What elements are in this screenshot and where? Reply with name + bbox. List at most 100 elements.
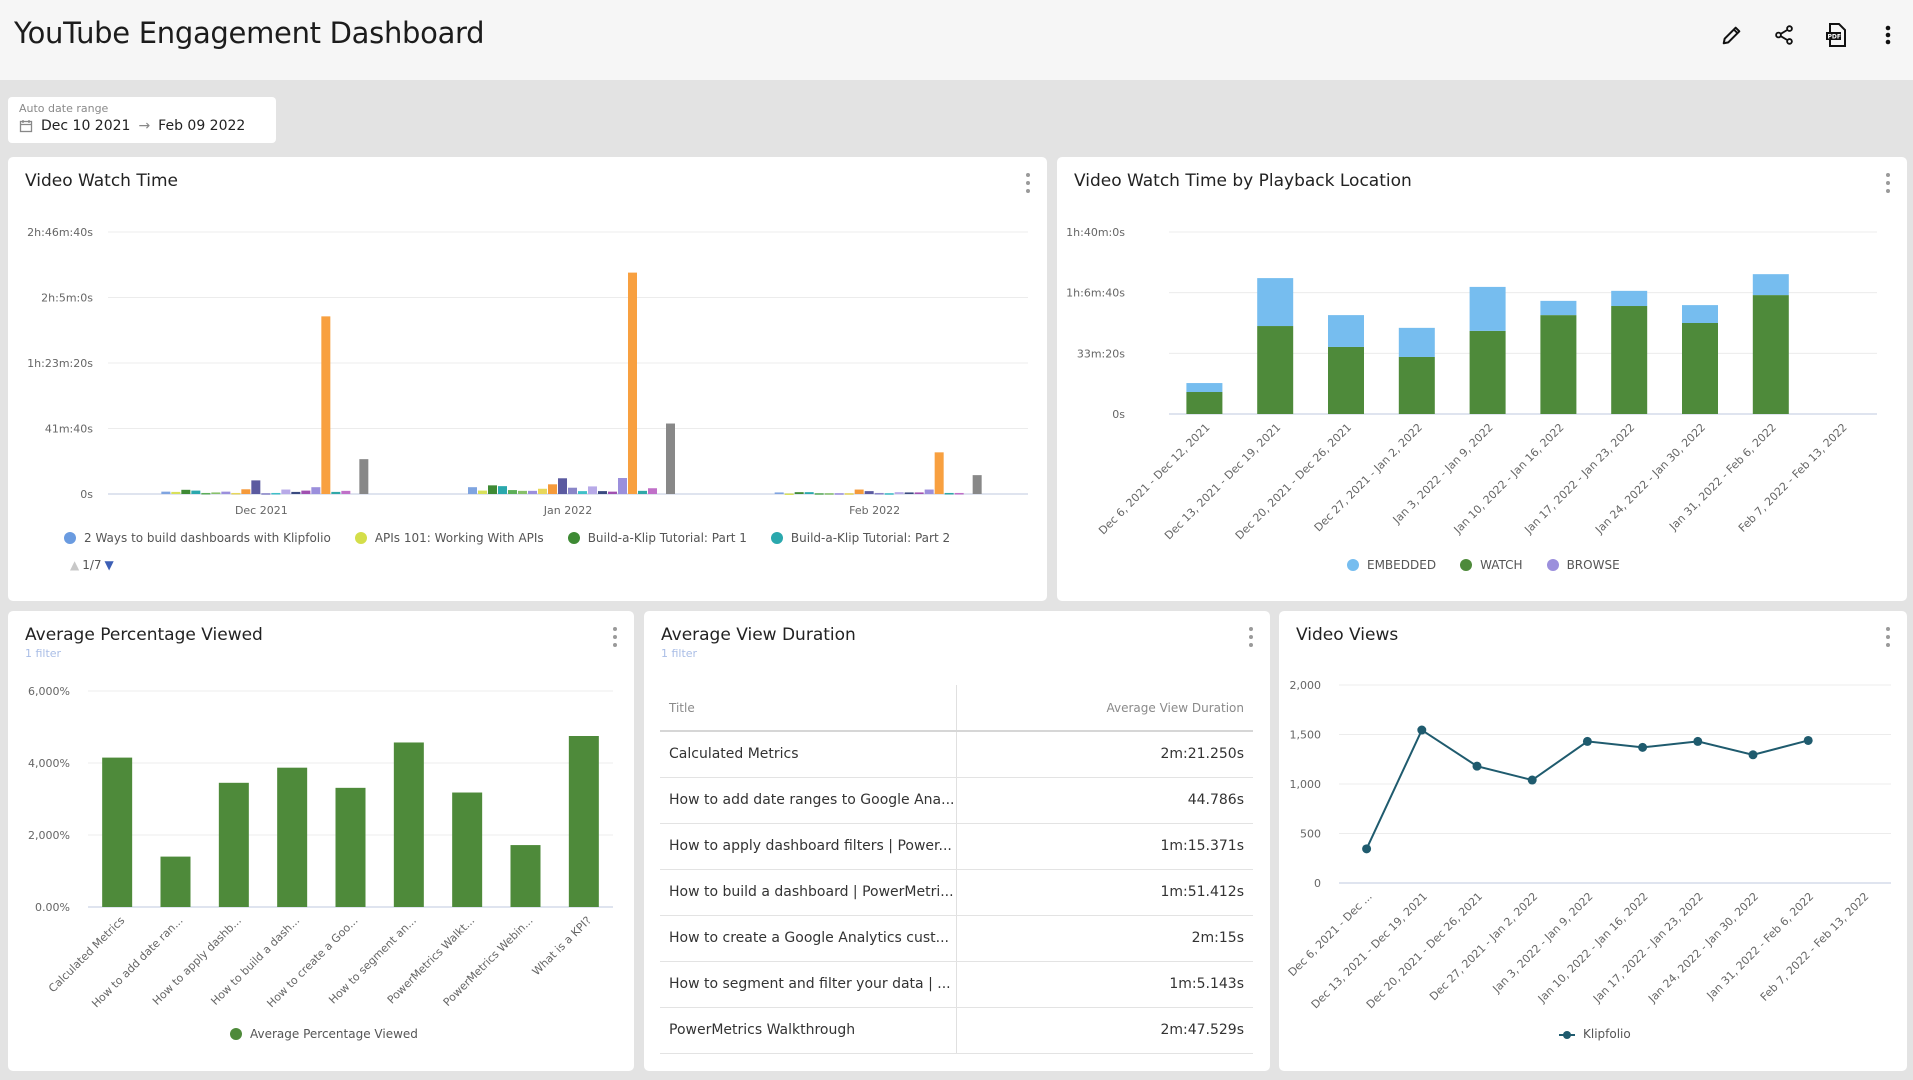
more-vertical-icon bbox=[1885, 25, 1891, 45]
y-tick-label: 2,000% bbox=[28, 829, 70, 842]
legend-marker bbox=[230, 1028, 242, 1040]
legend-marker bbox=[1559, 1029, 1575, 1039]
bar bbox=[218, 782, 249, 907]
bar bbox=[291, 491, 301, 494]
bar bbox=[954, 492, 964, 495]
legend-label: WATCH bbox=[1480, 558, 1523, 572]
bar bbox=[944, 492, 954, 495]
dashboard-header: YouTube Engagement Dashboard PDF bbox=[0, 0, 1913, 80]
bar bbox=[261, 493, 271, 495]
legend-item[interactable]: Build-a-Klip Tutorial: Part 2 bbox=[770, 531, 950, 545]
cell-title: Calculated Metrics bbox=[660, 731, 957, 778]
legend-item[interactable]: 2 Ways to build dashboards with Klipfoli… bbox=[64, 531, 331, 545]
bar bbox=[518, 490, 527, 494]
data-point bbox=[1638, 742, 1648, 752]
cell-duration: 44.786s bbox=[956, 777, 1253, 824]
legend-next-icon[interactable]: ▼ bbox=[105, 558, 114, 572]
column-header-duration[interactable]: Average View Duration bbox=[956, 685, 1253, 732]
bar bbox=[498, 486, 507, 494]
legend-marker bbox=[1347, 559, 1359, 571]
legend-label: Average Percentage Viewed bbox=[250, 1027, 418, 1041]
legend-item[interactable]: BROWSE bbox=[1546, 558, 1620, 572]
bar bbox=[804, 492, 814, 494]
bar bbox=[241, 489, 251, 494]
date-range-picker[interactable]: Auto date range Dec 10 2021 → Feb 09 202… bbox=[8, 97, 276, 143]
bar bbox=[478, 490, 487, 494]
card-menu-button[interactable] bbox=[1246, 627, 1256, 647]
bar bbox=[271, 492, 281, 495]
video-views-card: Video Views 0 500 1,000 1,500 2,000 Dec 6, 20… bbox=[1279, 611, 1907, 1071]
x-tick-label: Feb 2022 bbox=[849, 504, 900, 517]
calendar-icon bbox=[19, 120, 33, 133]
avg-view-duration-table: Title Average View Duration Calculated M… bbox=[660, 685, 1253, 1054]
cell-duration: 2m:21.250s bbox=[956, 731, 1253, 778]
column-header-title[interactable]: Title bbox=[660, 685, 957, 732]
edit-icon bbox=[1722, 26, 1741, 45]
legend-label: Build-a-Klip Tutorial: Part 1 bbox=[587, 531, 747, 545]
bar bbox=[331, 491, 341, 494]
y-tick-label: 0 bbox=[1314, 877, 1321, 890]
share-button[interactable] bbox=[1771, 22, 1797, 48]
bar-segment bbox=[1328, 346, 1364, 414]
watch-time-chart: 0s 41m:40s 1h:23m:20s 2h:5m:0s 2h:46m:40s Dec… bbox=[27, 226, 1028, 517]
chart-legend: EMBEDDED WATCH BROWSE bbox=[1347, 558, 1644, 572]
data-point bbox=[1693, 736, 1703, 746]
legend-label: Klipfolio bbox=[1583, 1027, 1631, 1041]
bar bbox=[894, 492, 904, 494]
table-row: How to add date ranges to Google Ana... 4… bbox=[660, 777, 1253, 824]
bar bbox=[201, 492, 211, 495]
bar bbox=[884, 493, 894, 495]
page-title: YouTube Engagement Dashboard bbox=[14, 16, 485, 50]
bar-segment bbox=[1398, 356, 1435, 414]
bar bbox=[854, 489, 864, 494]
x-tick-label: What is a KPI? bbox=[530, 914, 594, 978]
cell-duration: 1m:5.143s bbox=[956, 961, 1253, 1008]
bar bbox=[251, 480, 261, 494]
legend-item[interactable]: Build-a-Klip Tutorial: Part 1 bbox=[567, 531, 747, 545]
chart-legend: Average Percentage Viewed bbox=[230, 1027, 442, 1041]
filter-link[interactable]: 1 filter bbox=[661, 647, 697, 660]
edit-button[interactable] bbox=[1719, 22, 1745, 48]
legend-label: 2 Ways to build dashboards with Klipfoli… bbox=[84, 531, 331, 545]
playback-location-card: Video Watch Time by Playback Location 0s… bbox=[1057, 157, 1907, 601]
bar-segment bbox=[1682, 323, 1718, 414]
bar bbox=[160, 856, 191, 907]
cell-title: How to apply dashboard filters | Power..… bbox=[660, 823, 957, 870]
legend-item[interactable]: WATCH bbox=[1460, 558, 1523, 572]
series-line-klipfolio bbox=[1365, 728, 1809, 850]
bar bbox=[914, 492, 924, 494]
pdf-export-button[interactable]: PDF bbox=[1823, 22, 1849, 48]
bar-segment bbox=[1186, 392, 1223, 414]
bar bbox=[171, 491, 181, 494]
cell-duration: 1m:51.412s bbox=[956, 869, 1253, 916]
legend-item[interactable]: APIs 101: Working With APIs bbox=[354, 531, 544, 545]
y-tick-label: 1h:6m:40s bbox=[1066, 287, 1125, 300]
y-tick-label: 2,000 bbox=[1290, 679, 1322, 692]
more-options-button[interactable] bbox=[1875, 22, 1901, 48]
legend-item[interactable]: EMBEDDED bbox=[1347, 558, 1436, 572]
bar bbox=[774, 492, 784, 494]
chart-legend: 2 Ways to build dashboards with Klipfoli… bbox=[64, 531, 974, 545]
y-tick-label: 6,000% bbox=[28, 685, 70, 698]
bar bbox=[834, 493, 844, 495]
x-tick-label: Dec 2021 bbox=[235, 504, 288, 517]
y-tick-label: 1h:23m:20s bbox=[27, 357, 93, 370]
cell-title: How to segment and filter your data | ..… bbox=[660, 961, 957, 1008]
legend-prev-icon[interactable]: ▲ bbox=[70, 558, 79, 572]
bar bbox=[924, 489, 934, 494]
bar bbox=[588, 486, 597, 494]
legend-item[interactable]: Average Percentage Viewed bbox=[230, 1027, 418, 1041]
bar bbox=[608, 491, 617, 494]
bar-segment bbox=[1469, 330, 1506, 414]
bar bbox=[321, 316, 331, 494]
bar-segment bbox=[1682, 305, 1718, 323]
bar bbox=[231, 492, 241, 495]
bar-segment bbox=[1469, 286, 1506, 331]
legend-marker bbox=[770, 532, 783, 544]
bar-segment bbox=[1257, 278, 1294, 327]
bar-segment bbox=[1611, 306, 1648, 414]
legend-pager: ▲ 1/7 ▼ bbox=[70, 558, 114, 572]
date-range-end: Feb 09 2022 bbox=[158, 118, 246, 134]
y-tick-label: 500 bbox=[1300, 828, 1321, 841]
legend-item[interactable]: Klipfolio bbox=[1559, 1027, 1631, 1041]
